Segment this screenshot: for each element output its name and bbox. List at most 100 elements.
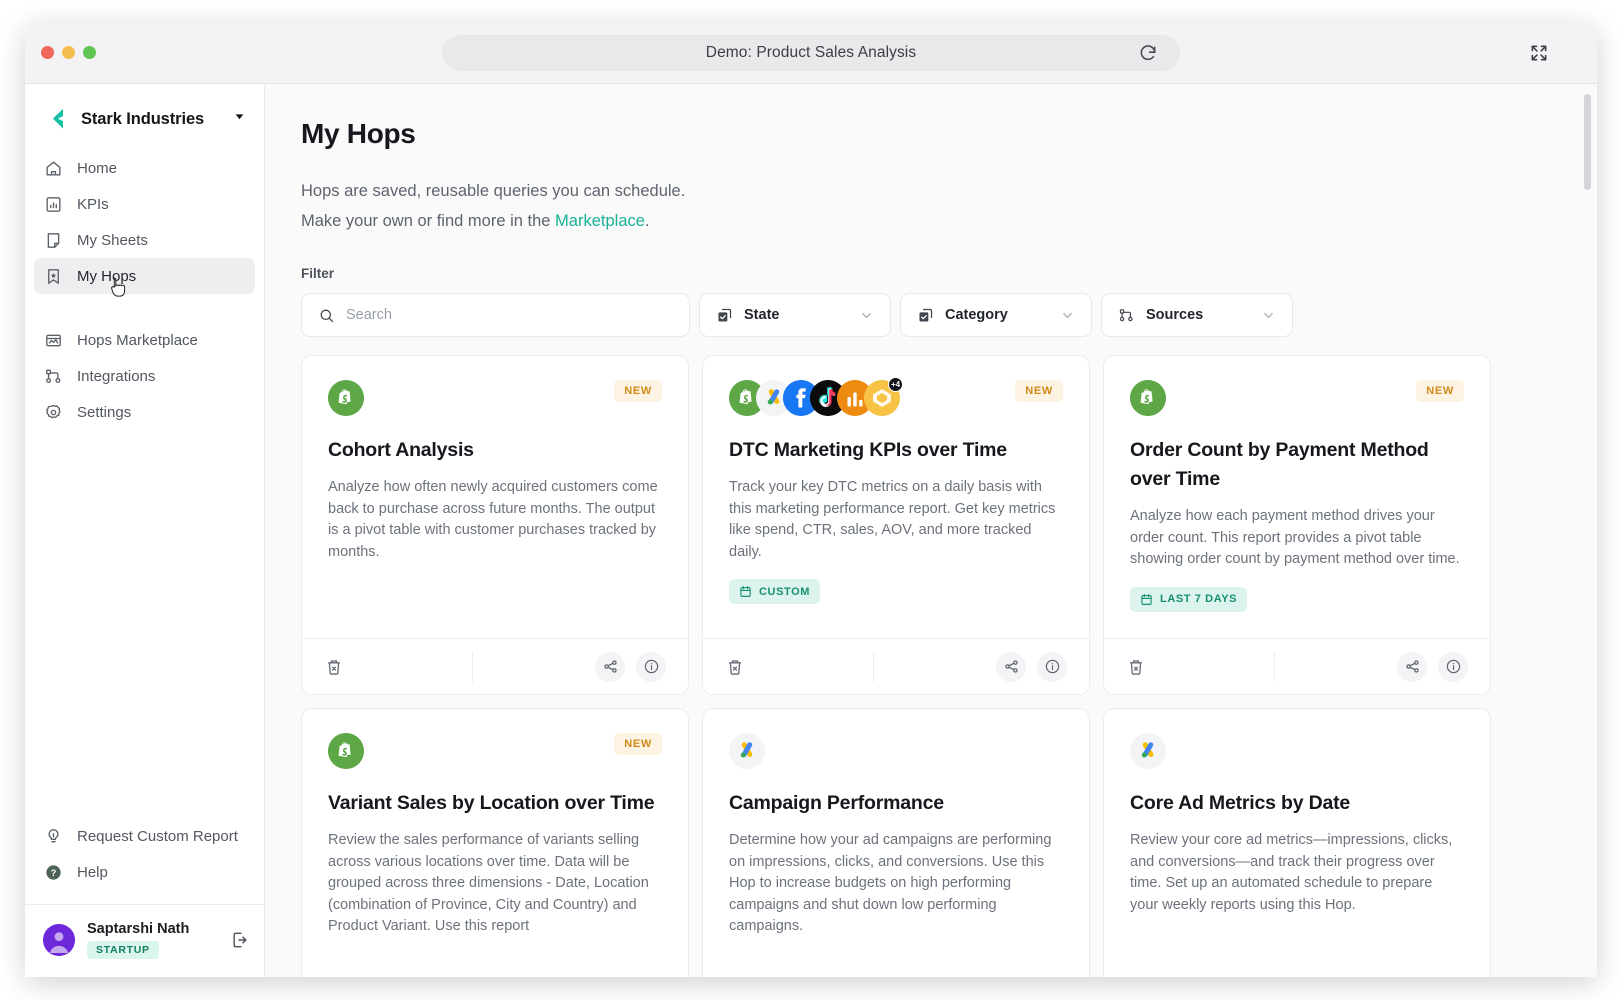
help-circle-icon: ? (44, 863, 63, 882)
calendar-icon (739, 585, 752, 598)
new-badge: NEW (614, 380, 662, 402)
source-icon-stack (328, 380, 364, 416)
state-filter-select[interactable]: State (699, 293, 891, 337)
main-content: My Hops Hops are saved, reusable queries… (265, 84, 1597, 977)
trash-x-icon[interactable] (1126, 657, 1146, 677)
user-name: Saptarshi Nath (87, 921, 190, 937)
fullscreen-icon[interactable] (1529, 43, 1549, 63)
bar-chart-icon (44, 195, 63, 214)
trash-x-icon[interactable] (324, 657, 344, 677)
hop-card-actions (1397, 651, 1468, 682)
copy-check-icon (917, 307, 934, 324)
hop-card-footer (1104, 638, 1490, 694)
user-profile[interactable]: Saptarshi Nath STARTUP (25, 905, 264, 977)
sheet-icon (44, 231, 63, 250)
share-icon[interactable] (1397, 651, 1427, 682)
marketplace-link[interactable]: Marketplace (555, 212, 645, 230)
maximize-window-button[interactable] (83, 46, 96, 59)
calendar-icon (1140, 593, 1153, 606)
chevron-down-icon[interactable] (1261, 308, 1276, 323)
hop-card-header: +4 NEW (729, 377, 1063, 416)
sidebar-item-label: My Sheets (77, 231, 148, 249)
info-circle-icon[interactable] (1037, 651, 1067, 682)
sidebar-item-request-custom-report[interactable]: Request Custom Report (34, 818, 255, 854)
workspace-switcher[interactable]: Stark Industries (25, 84, 264, 150)
hop-card-title: Cohort Analysis (328, 439, 474, 461)
hop-card[interactable]: NEW Cohort Analysis Analyze how often newl… (301, 355, 689, 695)
close-window-button[interactable] (41, 46, 54, 59)
category-filter-select[interactable]: Category (900, 293, 1092, 337)
hop-card[interactable]: Core Ad Metrics by Date Review your core … (1103, 708, 1491, 977)
logout-icon[interactable] (230, 930, 250, 950)
schedule-badge-label: CUSTOM (759, 585, 811, 598)
hop-card[interactable]: NEW Variant Sales by Location over Time Re… (301, 708, 689, 977)
search-icon (318, 307, 335, 324)
search-input-wrapper[interactable] (301, 293, 690, 337)
minimize-window-button[interactable] (62, 46, 75, 59)
nodes-icon (44, 367, 63, 386)
source-icon-shopify (328, 733, 364, 769)
trash-x-icon[interactable] (725, 657, 745, 677)
search-input[interactable] (346, 307, 673, 323)
share-icon[interactable] (595, 651, 625, 682)
window-controls[interactable] (41, 46, 96, 59)
sidebar-item-kpis[interactable]: KPIs (34, 186, 255, 222)
reload-icon[interactable] (1138, 43, 1158, 63)
address-bar[interactable]: Demo: Product Sales Analysis (442, 35, 1180, 71)
hop-card-title: Order Count by Payment Method over Time (1130, 439, 1429, 490)
sources-filter-label: Sources (1146, 307, 1204, 323)
sidebar-item-home[interactable]: Home (34, 150, 255, 186)
filter-bar: State Category (301, 293, 1553, 337)
secondary-nav: Hops Marketplace Integrations Settings (25, 322, 264, 430)
hop-card[interactable]: +4 NEW DTC Marketing KPIs over Time Track y… (702, 355, 1090, 695)
sources-filter-select[interactable]: Sources (1101, 293, 1293, 337)
copy-check-icon (716, 307, 733, 324)
page-subtitle: Hops are saved, reusable queries you can… (301, 176, 1553, 236)
share-icon[interactable] (996, 651, 1026, 682)
hop-card-body: Core Ad Metrics by Date Review your core … (1104, 709, 1490, 977)
state-filter-label: State (744, 307, 780, 323)
hop-card-title: Campaign Performance (729, 792, 944, 814)
hop-card-footer (703, 638, 1089, 694)
browser-titlebar: Demo: Product Sales Analysis (25, 22, 1597, 84)
nodes-icon (1118, 307, 1135, 324)
sidebar-item-label: My Hops (77, 267, 137, 285)
info-circle-icon[interactable] (1438, 651, 1468, 682)
hop-card-body: +4 NEW DTC Marketing KPIs over Time Track y… (703, 356, 1089, 638)
storefront-icon (44, 331, 63, 350)
main-scroll-area: My Hops Hops are saved, reusable queries… (265, 84, 1597, 977)
hop-card[interactable]: NEW Order Count by Payment Method over Ti… (1103, 355, 1491, 695)
hop-card-description: Determine how your ad campaigns are perf… (729, 832, 1052, 934)
page-subtitle-prefix: Make your own or find more in the (301, 212, 556, 230)
new-badge: NEW (614, 733, 662, 755)
info-circle-icon[interactable] (636, 651, 666, 682)
hop-card-header: NEW (328, 733, 662, 769)
hop-card-description: Analyze how each payment method drives y… (1130, 508, 1460, 567)
sidebar-item-settings[interactable]: Settings (34, 394, 255, 430)
schedule-badge-label: LAST 7 DAYS (1160, 593, 1238, 605)
gear-icon (44, 403, 63, 422)
hop-card-description: Track your key DTC metrics on a daily ba… (729, 479, 1056, 560)
sidebar-item-my-hops[interactable]: My Hops (34, 258, 255, 294)
hopscotch-logo (43, 106, 69, 132)
hop-card[interactable]: Campaign Performance Determine how your a… (702, 708, 1090, 977)
hop-card-description: Review your core ad metrics—impressions,… (1130, 832, 1453, 913)
sidebar-item-hops-marketplace[interactable]: Hops Marketplace (34, 322, 255, 358)
source-icon-gads (1130, 733, 1166, 769)
sidebar-item-integrations[interactable]: Integrations (34, 358, 255, 394)
source-icon-stack (1130, 733, 1166, 769)
footer-divider (873, 652, 874, 682)
chevron-down-icon[interactable] (233, 110, 246, 128)
vertical-scrollbar[interactable] (1584, 94, 1591, 190)
home-icon (44, 159, 63, 178)
sidebar-item-label: Request Custom Report (77, 827, 238, 845)
source-icon-shopify (328, 380, 364, 416)
chevron-down-icon[interactable] (859, 308, 874, 323)
sidebar-item-help[interactable]: ? Help (34, 854, 255, 890)
hop-card-actions (996, 651, 1067, 682)
sidebar-item-my-sheets[interactable]: My Sheets (34, 222, 255, 258)
sidebar-item-label: Settings (77, 403, 132, 421)
filter-label: Filter (301, 266, 335, 281)
chevron-down-icon[interactable] (1060, 308, 1075, 323)
